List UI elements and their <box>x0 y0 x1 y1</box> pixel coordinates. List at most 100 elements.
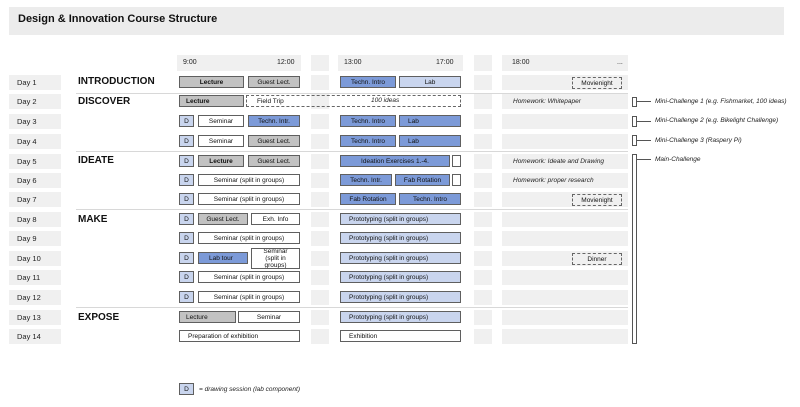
drawing-session-marker: D <box>179 135 194 147</box>
page-title: Design & Innovation Course Structure <box>18 13 218 25</box>
session-100-ideas: 100 ideas <box>371 97 400 104</box>
session-seminar: Seminar <box>198 135 244 147</box>
phase-divider <box>76 307 628 308</box>
phase-label: MAKE <box>78 214 108 225</box>
session-lecture: Lecture <box>179 95 244 107</box>
time-label: 17:00 <box>436 59 454 66</box>
homework-ideate: Homework: Ideate and Drawing <box>513 158 605 165</box>
evening-cell <box>502 290 628 305</box>
mini-challenge-1-bar <box>632 97 637 107</box>
gap-cell <box>474 231 492 246</box>
day-label: Day 3 <box>17 117 37 126</box>
session-techn-intro: Techn. Intro <box>340 115 396 127</box>
phase-divider <box>76 93 628 94</box>
drawing-session-marker: D <box>179 271 194 283</box>
gap-cell <box>311 290 329 305</box>
day-label: Day 8 <box>17 215 37 224</box>
gap-cell <box>474 290 492 305</box>
drawing-session-marker: D <box>179 155 194 167</box>
time-label: 18:00 <box>512 59 530 66</box>
gap-cell <box>474 134 492 149</box>
gap-cell <box>311 212 329 227</box>
drawing-session-marker: D <box>179 232 194 244</box>
day-label: Day 5 <box>17 157 37 166</box>
session-exhibition: Exhibition <box>340 330 461 342</box>
gap-cell <box>474 114 492 129</box>
evening-cell <box>502 270 628 285</box>
session-guest-lecture: Guest Lect. <box>248 76 300 88</box>
session-lecture: Lecture <box>179 76 244 88</box>
evening-cell <box>502 329 628 344</box>
session-guest-lecture: Guest Lect. <box>248 135 300 147</box>
session-field-trip: Field Trip <box>246 95 461 107</box>
phase-label: EXPOSE <box>78 312 120 323</box>
day-label: Day 2 <box>17 97 37 106</box>
session-dinner: Dinner <box>572 253 622 265</box>
drawing-session-marker: D <box>179 291 194 303</box>
session-guest-lecture: Guest Lect. <box>248 155 300 167</box>
connector-line <box>637 121 651 122</box>
gap-cell <box>474 310 492 325</box>
gap-cell <box>474 251 492 266</box>
session-lab-tour: Lab tour <box>198 252 248 264</box>
session-empty-slot <box>452 155 461 167</box>
drawing-session-marker: D <box>179 213 194 225</box>
legend-drawing-marker: D <box>179 383 194 395</box>
gap-cell <box>474 270 492 285</box>
gap-cell <box>474 192 492 207</box>
gap-cell <box>311 114 329 129</box>
time-label: 9:00 <box>183 59 197 66</box>
gap-column <box>311 55 329 71</box>
gap-cell <box>311 134 329 149</box>
session-seminar-groups: Seminar (split in groups) <box>198 232 300 244</box>
session-techn-intro: Techn. Intro <box>340 76 396 88</box>
day-label: Day 7 <box>17 195 37 204</box>
day-label: Day 6 <box>17 176 37 185</box>
day-label: Day 12 <box>17 293 41 302</box>
mini-challenge-1-label: Mini-Challenge 1 (e.g. Fishmarket, 100 i… <box>655 98 787 105</box>
session-techn-intr: Techn. Intr. <box>340 174 392 186</box>
main-challenge-label: Main-Challenge <box>655 156 701 163</box>
session-seminar-groups: Seminar (split in groups) <box>251 248 300 269</box>
session-prototyping: Prototyping (split in groups) <box>340 291 461 303</box>
legend-text: = drawing session (lab component) <box>199 386 300 393</box>
phase-divider <box>76 209 628 210</box>
session-prototyping: Prototyping (split in groups) <box>340 252 461 264</box>
session-lecture: Lecture <box>179 311 236 323</box>
drawing-session-marker: D <box>179 252 194 264</box>
day-label: Day 4 <box>17 137 37 146</box>
main-challenge-bar <box>632 154 637 344</box>
session-lecture: Lecture <box>198 155 244 167</box>
session-ideation-exercises: Ideation Exercises 1.-4. <box>340 155 450 167</box>
gap-cell <box>311 231 329 246</box>
gap-cell <box>311 154 329 169</box>
mini-challenge-2-label: Mini-Challenge 2 (e.g. Bikelight Challen… <box>655 117 779 124</box>
field-trip-label: Field Trip <box>257 97 284 105</box>
gap-cell <box>474 173 492 188</box>
homework-research: Homework: proper research <box>513 177 594 184</box>
gap-cell <box>474 212 492 227</box>
session-techn-intro: Techn. Intro <box>399 193 461 205</box>
session-techn-intr: Techn. Intr. <box>248 115 300 127</box>
session-movienight: Movienight <box>572 77 622 89</box>
gap-cell <box>474 329 492 344</box>
session-prototyping: Prototyping (split in groups) <box>340 213 461 225</box>
phase-divider <box>76 151 628 152</box>
mini-challenge-3-label: Mini-Challenge 3 (Raspery Pi) <box>655 137 742 144</box>
connector-line <box>637 159 651 160</box>
session-preparation-exhibition: Preparation of exhibition <box>179 330 300 342</box>
session-movienight: Movienight <box>572 194 622 206</box>
phase-label: DISCOVER <box>78 96 131 107</box>
session-seminar: Seminar <box>238 311 300 323</box>
drawing-session-marker: D <box>179 174 194 186</box>
session-fab-rotation: Fab Rotation <box>340 193 396 205</box>
phase-label: INTRODUCTION <box>78 76 155 87</box>
session-lab: Lab <box>399 76 461 88</box>
gap-cell <box>474 75 492 90</box>
session-techn-intro: Techn. Intro <box>340 135 396 147</box>
gap-cell <box>311 270 329 285</box>
day-label: Day 11 <box>17 273 41 282</box>
gap-cell <box>474 94 492 109</box>
evening-cell <box>502 212 628 227</box>
session-prototyping: Prototyping (split in groups) <box>340 271 461 283</box>
